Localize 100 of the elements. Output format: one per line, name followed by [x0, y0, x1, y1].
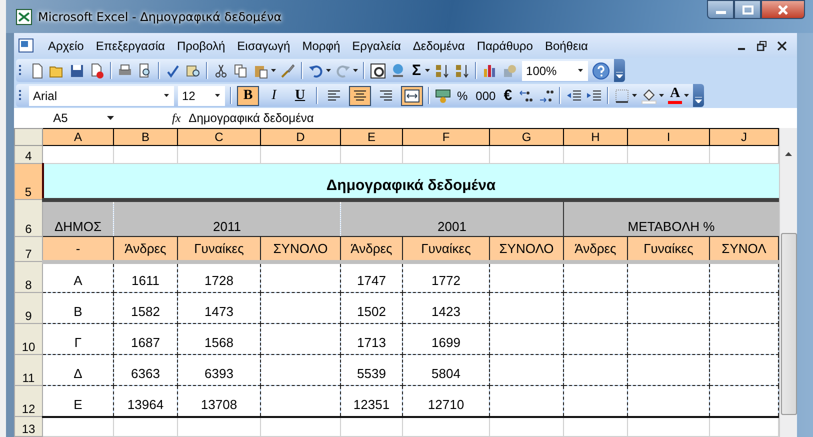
table-cell: 6363	[131, 366, 160, 381]
caret-icon[interactable]	[659, 94, 664, 97]
table-cell: 5539	[357, 366, 386, 381]
column-header[interactable]: B	[114, 128, 178, 146]
number-format-button[interactable]: 000	[474, 88, 498, 102]
table-header-cell: ΣΥΝΟΛΟ	[490, 236, 564, 262]
column-header[interactable]: E	[340, 128, 402, 146]
table-cell: Δ	[74, 366, 82, 381]
table-cell: 1687	[131, 335, 160, 350]
borders-icon[interactable]	[614, 88, 630, 104]
close-icon[interactable]	[777, 40, 787, 50]
menu-item[interactable]: Παράθυρο	[470, 38, 539, 52]
caret-icon[interactable]	[353, 69, 358, 72]
table-header-cell: ΣΥΝΟΛ	[710, 236, 779, 262]
autosum-button[interactable]: Σ	[410, 62, 424, 79]
increase-indent-icon[interactable]	[586, 88, 602, 104]
formula-field[interactable]: Δημογραφικά δεδομένα	[188, 111, 314, 125]
row-header[interactable]: 13	[14, 416, 42, 436]
table-header-cell: ΔΗΜΟΣ	[42, 200, 114, 236]
column-header[interactable]: D	[260, 128, 340, 146]
underline-button[interactable]: U	[289, 86, 311, 106]
font-size-combo[interactable]: 12	[178, 86, 225, 106]
column-header[interactable]: G	[490, 128, 564, 146]
row-header[interactable]: 10	[14, 324, 42, 354]
row-header[interactable]: 7	[14, 236, 42, 262]
row-header[interactable]: 9	[14, 292, 42, 324]
number-format-button[interactable]: €	[502, 87, 514, 104]
column-header[interactable]: F	[402, 128, 490, 146]
table-header-cell: ΣΥΝΟΛΟ	[260, 236, 340, 262]
merge-center-button[interactable]	[401, 86, 423, 106]
maximize-button[interactable]	[734, 0, 761, 19]
menu-item[interactable]: Εργαλεία	[346, 38, 407, 52]
table-cell: Β	[74, 304, 82, 319]
decrease-indent-icon[interactable]	[566, 88, 582, 104]
scroll-up-icon[interactable]	[785, 152, 792, 156]
restore-icon[interactable]	[757, 40, 767, 50]
menu-item[interactable]: Αρχείο	[42, 38, 90, 52]
table-cell: 13964	[127, 396, 164, 412]
number-format-button[interactable]: %	[455, 88, 470, 102]
italic-button[interactable]: I	[263, 86, 285, 106]
menu-item[interactable]: Επεξεργασία	[90, 38, 171, 52]
table-cell: 6393	[204, 366, 234, 381]
caret-icon[interactable]	[271, 69, 276, 72]
menu-item[interactable]: Εισαγωγή	[231, 38, 296, 52]
table-cell: 1713	[357, 335, 386, 350]
table-cell: 1423	[432, 304, 460, 319]
caret-icon[interactable]	[425, 69, 430, 72]
column-header[interactable]: I	[628, 128, 710, 146]
save-icon[interactable]	[69, 62, 85, 78]
align-left-icon	[326, 88, 342, 104]
window-title: Microsoft Excel - Δημογραφικά δεδομένα	[38, 10, 282, 24]
toolbar-options-button[interactable]	[693, 84, 704, 107]
spelling-check-icon[interactable]	[165, 62, 181, 78]
table-header-cell: -	[42, 236, 114, 262]
table-cell: 1772	[432, 273, 460, 288]
row-header[interactable]: 12	[14, 386, 42, 416]
row-header[interactable]: 6	[14, 200, 42, 236]
copy-icon[interactable]	[233, 62, 249, 78]
row-header[interactable]: 5	[14, 164, 42, 200]
row-header[interactable]: 8	[14, 262, 42, 292]
align-center-button[interactable]	[349, 86, 371, 106]
menu-item[interactable]: Βοήθεια	[538, 38, 594, 52]
paintbrush-icon[interactable]	[280, 62, 296, 78]
table-header-cell: Γυναίκες	[178, 236, 260, 262]
workbook-icon[interactable]	[18, 38, 36, 54]
menu-item[interactable]: Δεδομένα	[406, 38, 471, 52]
sort-ascending-icon[interactable]	[434, 62, 450, 78]
menu-item[interactable]: Μορφή	[296, 38, 346, 52]
minimize-button[interactable]	[707, 0, 734, 19]
currency-icon[interactable]	[435, 88, 451, 104]
close-button[interactable]	[761, 0, 805, 19]
insert-function-button[interactable]: fx	[172, 110, 181, 126]
table-header-cell: 2011	[114, 200, 340, 236]
font-color-button[interactable]: A	[668, 87, 682, 104]
table-header-cell: Άνδρες	[114, 236, 178, 262]
bold-button[interactable]: B	[237, 86, 259, 106]
row-header[interactable]: 11	[14, 354, 42, 386]
table-cell: Ε	[74, 396, 82, 412]
caret-icon[interactable]	[326, 69, 331, 72]
column-header[interactable]: A	[42, 128, 114, 146]
scroll-thumb[interactable]	[780, 233, 796, 415]
sort-descending-icon[interactable]	[454, 62, 470, 78]
table-cell: Γ	[74, 335, 82, 350]
column-header[interactable]: C	[178, 128, 260, 146]
increase-decimal-icon[interactable]	[518, 88, 534, 104]
font-combo[interactable]: Arial	[29, 86, 174, 106]
row-header[interactable]: 4	[14, 146, 42, 164]
scissors-icon[interactable]	[213, 62, 229, 78]
column-header[interactable]: J	[710, 128, 779, 146]
column-header[interactable]: H	[564, 128, 628, 146]
toolbar-options-button[interactable]	[614, 59, 626, 82]
fill-bucket-icon[interactable]	[641, 88, 658, 104]
decrease-decimal-icon[interactable]	[538, 88, 554, 104]
help-icon[interactable]	[592, 62, 610, 80]
zoom-combo[interactable]: 100%	[522, 60, 588, 80]
caret-icon[interactable]	[632, 94, 638, 97]
vertical-scrollbar[interactable]	[779, 128, 797, 437]
caret-icon[interactable]	[684, 94, 690, 97]
menu-item[interactable]: Προβολή	[170, 38, 232, 52]
undo-icon[interactable]	[308, 62, 324, 78]
